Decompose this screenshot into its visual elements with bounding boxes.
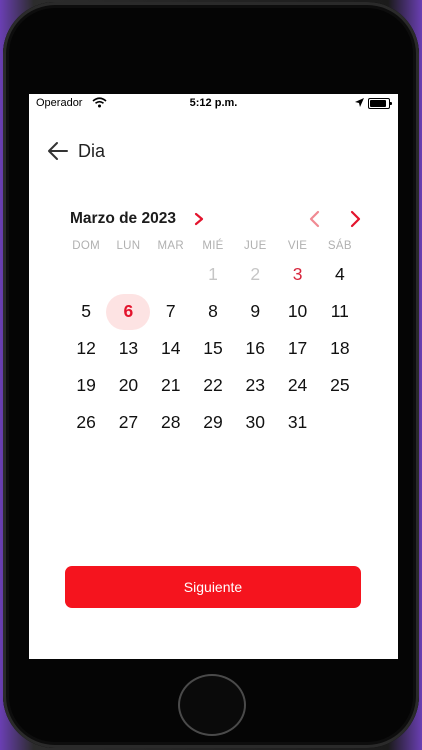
calendar-day[interactable]: 29 [192, 404, 234, 441]
calendar-day[interactable]: 17 [276, 330, 318, 367]
calendar-day[interactable]: 22 [192, 367, 234, 404]
weekday-label: SÁB [327, 240, 352, 252]
calendar-day[interactable]: 18 [319, 330, 361, 367]
calendar-day-label: 22 [203, 375, 223, 395]
weekday-label: LUN [116, 240, 141, 252]
arrow-left-icon[interactable] [47, 140, 69, 162]
calendar-day-label: 8 [208, 301, 218, 321]
calendar-day-label: 16 [245, 338, 266, 358]
calendar-day[interactable]: 20 [107, 367, 149, 404]
previous-month-button[interactable] [306, 210, 324, 228]
weekday-label: JUE [243, 240, 267, 252]
calendar-day[interactable]: 25 [319, 367, 361, 404]
calendar-grid: 1 2 3 4 5 6 7 8 9 10 11 12 13 14 15 16 17 18 19 20 21 22 23 24 2… [65, 256, 361, 441]
calendar-day[interactable]: 27 [107, 404, 149, 441]
calendar-day-label: 26 [76, 412, 96, 432]
home-button[interactable] [180, 676, 244, 734]
calendar-day-label: 2 [250, 264, 261, 284]
calendar-day[interactable]: 23 [234, 367, 276, 404]
next-month-button[interactable] [346, 210, 364, 228]
calendar-day-label: 11 [330, 301, 349, 321]
calendar-day[interactable]: 30 [234, 404, 276, 441]
calendar-day-label: 24 [287, 375, 308, 395]
calendar-day-label: 31 [287, 412, 308, 432]
calendar-day-label: 15 [203, 338, 223, 358]
calendar-day-selected[interactable]: 6 [107, 293, 149, 330]
calendar-day[interactable]: 9 [234, 293, 276, 330]
calendar-day[interactable]: 14 [150, 330, 192, 367]
calendar-day-label: 30 [245, 412, 266, 432]
calendar-day[interactable]: 21 [150, 367, 192, 404]
calendar-day-label: 5 [81, 301, 91, 321]
calendar-day-label: 19 [76, 375, 96, 395]
calendar-day[interactable]: 2 [234, 256, 276, 293]
calendar-day[interactable]: 1 [192, 256, 234, 293]
battery-icon [368, 98, 392, 109]
phone-frame: Operador 5:12 p.m. Dia Marzo de 2023 DOM… [3, 2, 419, 748]
calendar-day-label: 1 [208, 264, 218, 284]
app-screen: Operador 5:12 p.m. Dia Marzo de 2023 DOM… [29, 94, 398, 659]
calendar-day-label: 27 [118, 412, 139, 432]
calendar-day-label: 25 [330, 375, 350, 395]
calendar-day-label: 29 [203, 412, 223, 432]
calendar-empty-cell [107, 256, 149, 293]
calendar-day[interactable]: 28 [150, 404, 192, 441]
calendar-day[interactable]: 8 [192, 293, 234, 330]
calendar-day-label: 12 [76, 338, 96, 358]
calendar-day-label: 9 [250, 301, 261, 321]
calendar-day-label: 28 [160, 412, 181, 432]
month-title[interactable]: Marzo de 2023 [70, 210, 176, 228]
calendar-day-label: 6 [123, 301, 134, 321]
weekday-label: MIÉ [202, 240, 224, 252]
calendar-day[interactable]: 26 [65, 404, 107, 441]
next-button[interactable]: Siguiente [65, 566, 361, 608]
calendar-day-label: 18 [330, 338, 350, 358]
calendar-day-label: 4 [334, 264, 345, 284]
calendar-day-label: 13 [118, 338, 139, 358]
calendar-day-label: 17 [287, 338, 308, 358]
calendar-day[interactable]: 31 [276, 404, 318, 441]
calendar-day[interactable]: 15 [192, 330, 234, 367]
weekday-header: DOM LUN MAR MIÉ JUE VIE SÁB [65, 240, 361, 252]
chevron-right-icon[interactable] [193, 212, 205, 226]
calendar-day[interactable]: 3 [276, 256, 318, 293]
status-bar: Operador 5:12 p.m. [29, 94, 398, 114]
calendar-day[interactable]: 10 [276, 293, 318, 330]
calendar-day-label: 20 [118, 375, 139, 395]
calendar-day-label: 7 [165, 301, 176, 321]
calendar-empty-cell [65, 256, 107, 293]
calendar-day[interactable]: 13 [107, 330, 149, 367]
calendar-day[interactable]: 19 [65, 367, 107, 404]
calendar-day-label: 3 [292, 264, 303, 284]
calendar-empty-cell [150, 256, 192, 293]
calendar-day[interactable]: 5 [65, 293, 107, 330]
calendar-day-label: 14 [160, 338, 181, 358]
weekday-label: VIE [287, 240, 308, 252]
calendar-day[interactable]: 7 [150, 293, 192, 330]
location-arrow-icon [355, 98, 364, 110]
weekday-label: MAR [157, 240, 184, 252]
header: Dia [47, 138, 105, 164]
calendar-day[interactable]: 12 [65, 330, 107, 367]
calendar-day-label: 21 [160, 375, 181, 395]
calendar-day[interactable]: 11 [319, 293, 361, 330]
weekday-label: DOM [72, 240, 100, 252]
status-time: 5:12 p.m. [189, 97, 238, 109]
calendar-day-label: 23 [245, 375, 266, 395]
calendar-day[interactable]: 24 [276, 367, 318, 404]
page-title: Dia [78, 140, 106, 161]
month-header: Marzo de 2023 [70, 208, 364, 230]
calendar-day[interactable]: 4 [319, 256, 361, 293]
calendar-day-label: 10 [287, 301, 308, 321]
calendar-day[interactable]: 16 [234, 330, 276, 367]
